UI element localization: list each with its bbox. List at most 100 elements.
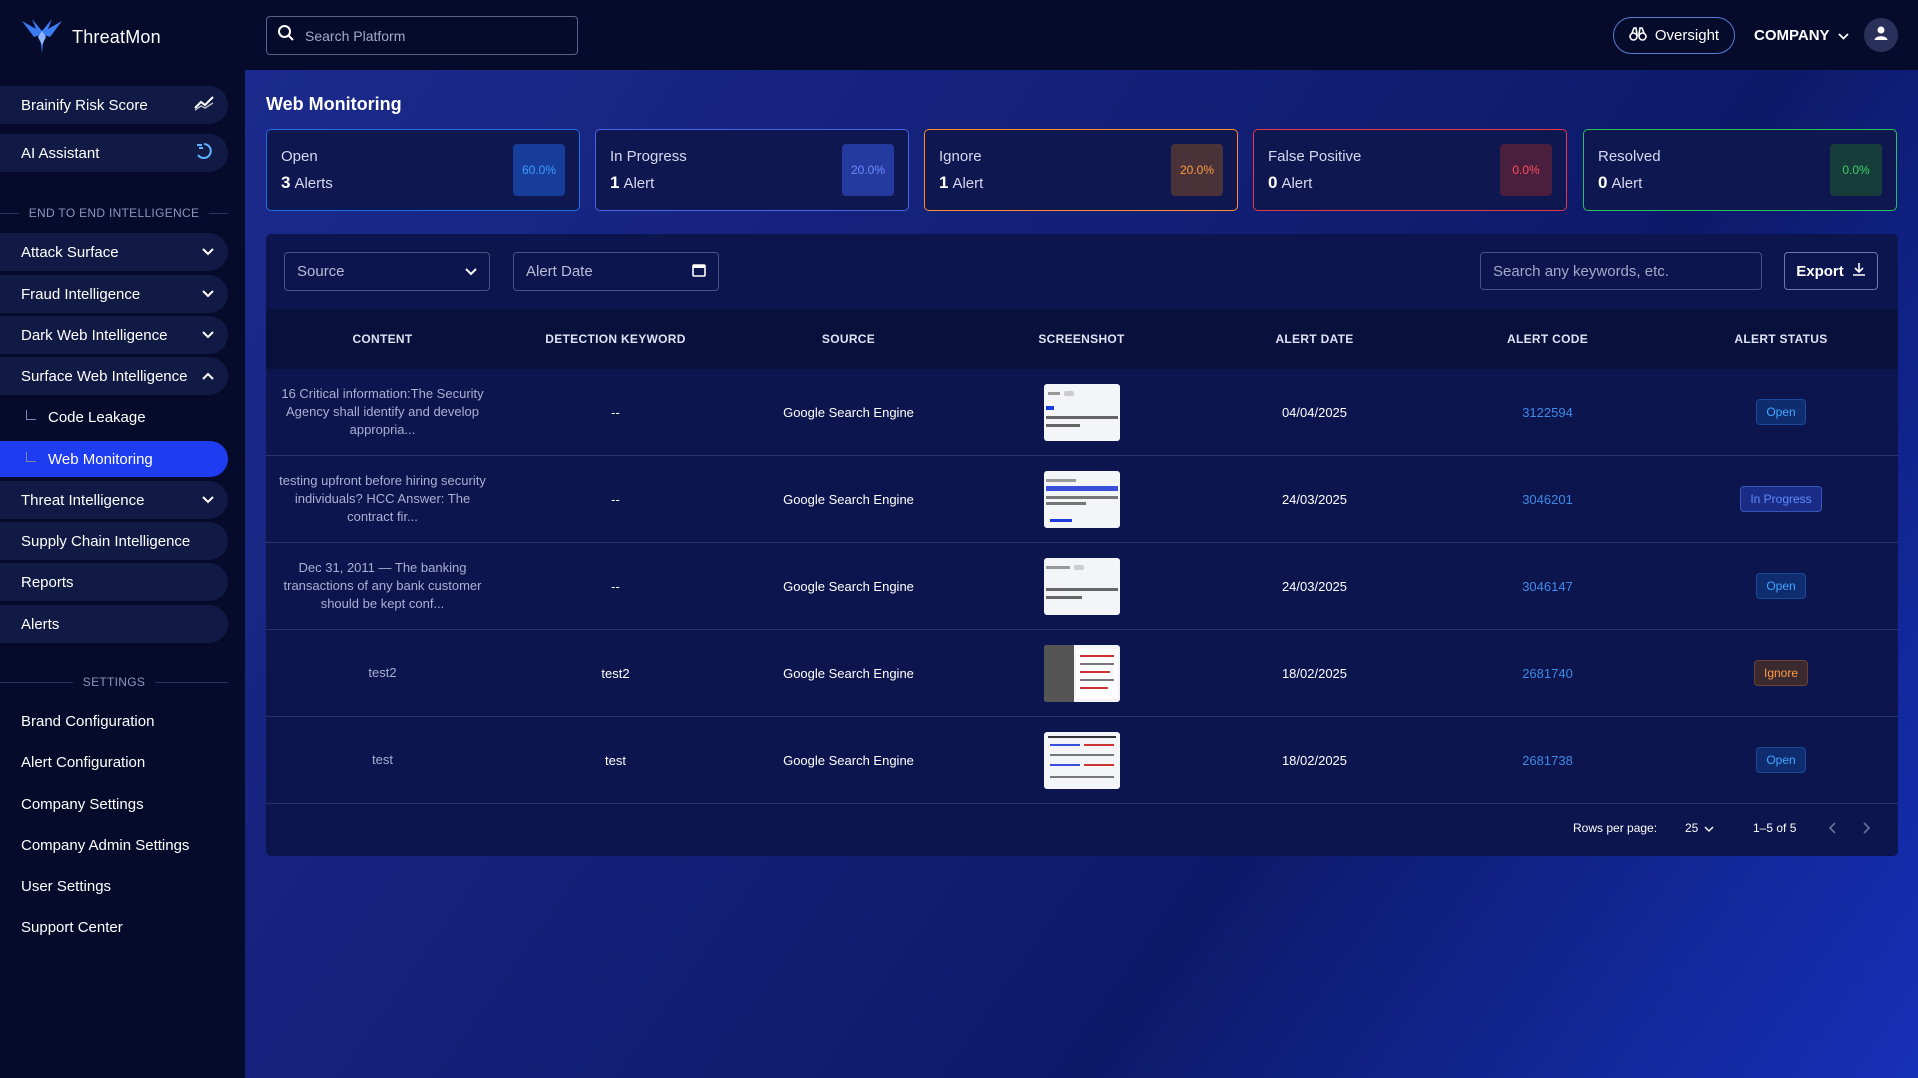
sidebar-item-ai-assistant[interactable]: AI Assistant xyxy=(0,134,228,172)
sidebar-item-label: Reports xyxy=(21,573,74,591)
code-cell[interactable]: 3046147 xyxy=(1431,579,1664,594)
chevron-down-icon xyxy=(1704,821,1714,835)
table-row[interactable]: Dec 31, 2011 — The banking transactions … xyxy=(266,543,1898,630)
date-cell: 18/02/2025 xyxy=(1281,752,1348,768)
keyword-search[interactable] xyxy=(1480,252,1762,290)
screenshot-thumbnail[interactable] xyxy=(1043,470,1120,528)
chevron-down-icon xyxy=(1837,27,1849,44)
alert-date-filter[interactable]: Alert Date xyxy=(513,252,719,291)
card-count: 3 Alerts xyxy=(281,172,333,192)
status-card-open[interactable]: Open 3 Alerts 60.0% xyxy=(266,129,580,211)
calendar-icon xyxy=(692,263,706,281)
card-percent: 20.0% xyxy=(1171,144,1223,196)
code-cell[interactable]: 2681738 xyxy=(1431,753,1664,768)
column-header-content[interactable]: CONTENT xyxy=(266,332,499,346)
screenshot-thumbnail[interactable] xyxy=(1043,557,1120,615)
settings-item-company-admin-settings[interactable]: Company Admin Settings xyxy=(21,834,189,856)
settings-item-brand-configuration[interactable]: Brand Configuration xyxy=(21,710,154,732)
card-percent: 0.0% xyxy=(1500,144,1552,196)
card-percent: 0.0% xyxy=(1830,144,1882,196)
status-badge[interactable]: Open xyxy=(1756,747,1806,773)
keyword-search-input[interactable] xyxy=(1493,262,1749,280)
keyword-cell: -- xyxy=(611,578,620,594)
column-header-source[interactable]: SOURCE xyxy=(732,332,965,346)
card-label: Ignore xyxy=(939,147,982,165)
screenshot-cell xyxy=(965,557,1198,615)
sidebar-item-threat-intelligence[interactable]: Threat Intelligence xyxy=(0,481,228,519)
sidebar-item-supply-chain-intelligence[interactable]: Supply Chain Intelligence xyxy=(0,522,228,560)
sidebar-item-label: AI Assistant xyxy=(21,144,100,162)
status-badge[interactable]: In Progress xyxy=(1740,486,1822,512)
chevron-down-icon xyxy=(202,288,214,300)
chevron-left-icon[interactable] xyxy=(1828,818,1836,838)
sidebar-subitem-code-leakage[interactable]: Code Leakage xyxy=(0,399,228,435)
status-card-resolved[interactable]: Resolved 0 Alert 0.0% xyxy=(1583,129,1897,211)
status-cell: Ignore xyxy=(1664,660,1898,686)
status-card-false-positive[interactable]: False Positive 0 Alert 0.0% xyxy=(1253,129,1567,211)
app-logo[interactable]: ThreatMon xyxy=(20,14,161,60)
search-icon xyxy=(277,24,295,47)
chevron-right-icon[interactable] xyxy=(1863,818,1871,838)
status-card-ignore[interactable]: Ignore 1 Alert 20.0% xyxy=(924,129,1238,211)
chevron-down-icon xyxy=(202,494,214,506)
card-count: 0 Alert xyxy=(1268,172,1313,192)
screenshot-thumbnail[interactable] xyxy=(1043,383,1120,441)
company-selector[interactable]: COMPANY xyxy=(1754,24,1849,46)
settings-item-support-center[interactable]: Support Center xyxy=(21,916,123,938)
sidebar-item-alerts[interactable]: Alerts xyxy=(0,605,228,643)
app-name: ThreatMon xyxy=(72,26,161,47)
status-card-in-progress[interactable]: In Progress 1 Alert 20.0% xyxy=(595,129,909,211)
card-count: 0 Alert xyxy=(1598,172,1643,192)
column-header-alert-status[interactable]: ALERT STATUS xyxy=(1664,332,1898,346)
settings-item-company-settings[interactable]: Company Settings xyxy=(21,793,144,815)
screenshot-cell xyxy=(965,470,1198,528)
table-row[interactable]: 16 Critical information:The Security Age… xyxy=(266,369,1898,456)
sidebar-item-brainify-risk-score[interactable]: Brainify Risk Score xyxy=(0,86,228,124)
sidebar-subitem-web-monitoring[interactable]: Web Monitoring xyxy=(0,441,228,477)
screenshot-thumbnail[interactable] xyxy=(1043,731,1120,789)
chevron-down-icon xyxy=(465,263,477,280)
source-cell: Google Search Engine xyxy=(783,578,914,594)
sidebar-item-attack-surface[interactable]: Attack Surface xyxy=(0,233,228,271)
screenshot-thumbnail[interactable] xyxy=(1043,644,1120,702)
settings-item-user-settings[interactable]: User Settings xyxy=(21,875,111,897)
sidebar-item-label: Threat Intelligence xyxy=(21,491,145,509)
platform-search[interactable] xyxy=(266,16,578,55)
content-cell: Dec 31, 2011 — The banking transactions … xyxy=(283,560,482,611)
source-filter[interactable]: Source xyxy=(284,252,490,291)
status-badge[interactable]: Open xyxy=(1756,399,1806,425)
column-header-screenshot[interactable]: SCREENSHOT xyxy=(965,332,1198,346)
binoculars-icon xyxy=(1629,26,1647,46)
column-header-alert-date[interactable]: ALERT DATE xyxy=(1198,332,1431,346)
screenshot-cell xyxy=(965,644,1198,702)
export-button[interactable]: Export xyxy=(1784,252,1878,290)
status-badge[interactable]: Open xyxy=(1756,573,1806,599)
code-cell[interactable]: 3046201 xyxy=(1431,492,1664,507)
status-badge[interactable]: Ignore xyxy=(1753,660,1809,686)
sidebar-item-label: Code Leakage xyxy=(48,408,146,426)
content-cell: 16 Critical information:The Security Age… xyxy=(281,386,484,437)
code-cell[interactable]: 2681740 xyxy=(1431,666,1664,681)
status-cell: Open xyxy=(1664,399,1898,425)
table-row[interactable]: testing upfront before hiring security i… xyxy=(266,456,1898,543)
code-cell[interactable]: 3122594 xyxy=(1431,405,1664,420)
column-header-alert-code[interactable]: ALERT CODE xyxy=(1431,332,1664,346)
sidebar-item-label: Brainify Risk Score xyxy=(21,96,148,114)
rows-per-page-select[interactable]: 25 xyxy=(1685,818,1714,838)
settings-item-alert-configuration[interactable]: Alert Configuration xyxy=(21,751,145,773)
platform-search-input[interactable] xyxy=(305,27,565,44)
table-row[interactable]: test test Google Search Engine 18/02/202… xyxy=(266,717,1898,804)
sidebar-item-reports[interactable]: Reports xyxy=(0,563,228,601)
sidebar-item-label: Web Monitoring xyxy=(48,450,153,468)
column-header-detection-keyword[interactable]: DETECTION KEYWORD xyxy=(499,332,732,346)
trend-chart-icon xyxy=(194,95,214,115)
table-row[interactable]: test2 test2 Google Search Engine 18/02/2… xyxy=(266,630,1898,717)
tree-connector xyxy=(26,452,36,462)
download-icon xyxy=(1852,262,1866,280)
sidebar-item-fraud-intelligence[interactable]: Fraud Intelligence xyxy=(0,275,228,313)
sidebar-item-dark-web-intelligence[interactable]: Dark Web Intelligence xyxy=(0,316,228,354)
sidebar-item-surface-web-intelligence[interactable]: Surface Web Intelligence xyxy=(0,357,228,395)
user-avatar[interactable] xyxy=(1864,18,1898,52)
oversight-button[interactable]: Oversight xyxy=(1613,17,1735,54)
source-cell: Google Search Engine xyxy=(783,665,914,681)
